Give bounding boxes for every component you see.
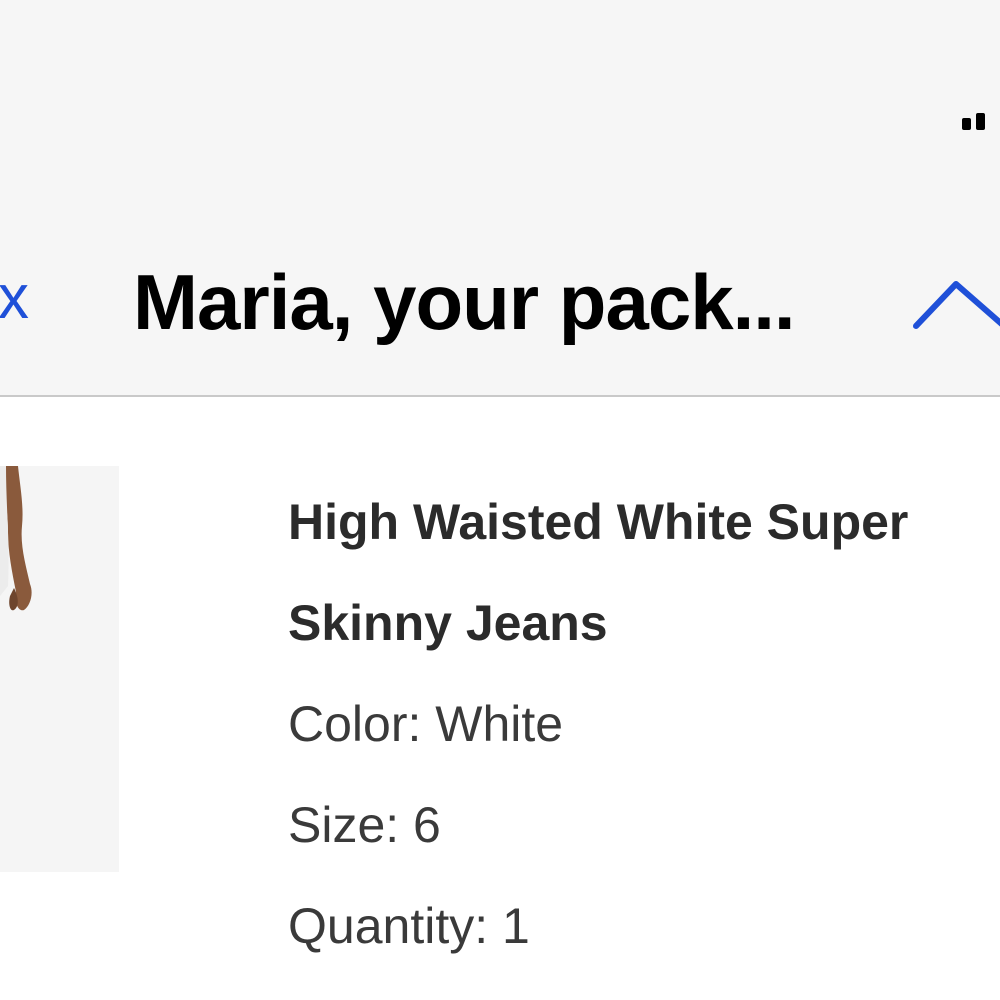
email-screen: x Maria, your pack... High Waisted White… — [0, 0, 1000, 1000]
chevron-up-icon[interactable] — [912, 276, 1000, 336]
back-button[interactable]: x — [0, 258, 29, 338]
email-subject-title: Maria, your pack... — [133, 258, 796, 346]
product-photo-graphic — [0, 466, 119, 872]
navigation-header: x Maria, your pack... — [0, 0, 1000, 397]
product-quantity: Quantity: 1 — [288, 898, 530, 954]
product-details: High Waisted White Super Skinny Jeans Co… — [288, 480, 1000, 977]
product-name-line-2: Skinny Jeans — [288, 595, 608, 651]
product-image[interactable] — [0, 466, 119, 872]
product-color: Color: White — [288, 696, 564, 752]
signal-bars-icon — [962, 113, 985, 130]
nav-row: x Maria, your pack... — [0, 240, 1000, 360]
product-name-line-1: High Waisted White Super — [288, 494, 909, 550]
product-size: Size: 6 — [288, 797, 441, 853]
product-name[interactable]: High Waisted White Super Skinny Jeans — [288, 472, 1000, 674]
